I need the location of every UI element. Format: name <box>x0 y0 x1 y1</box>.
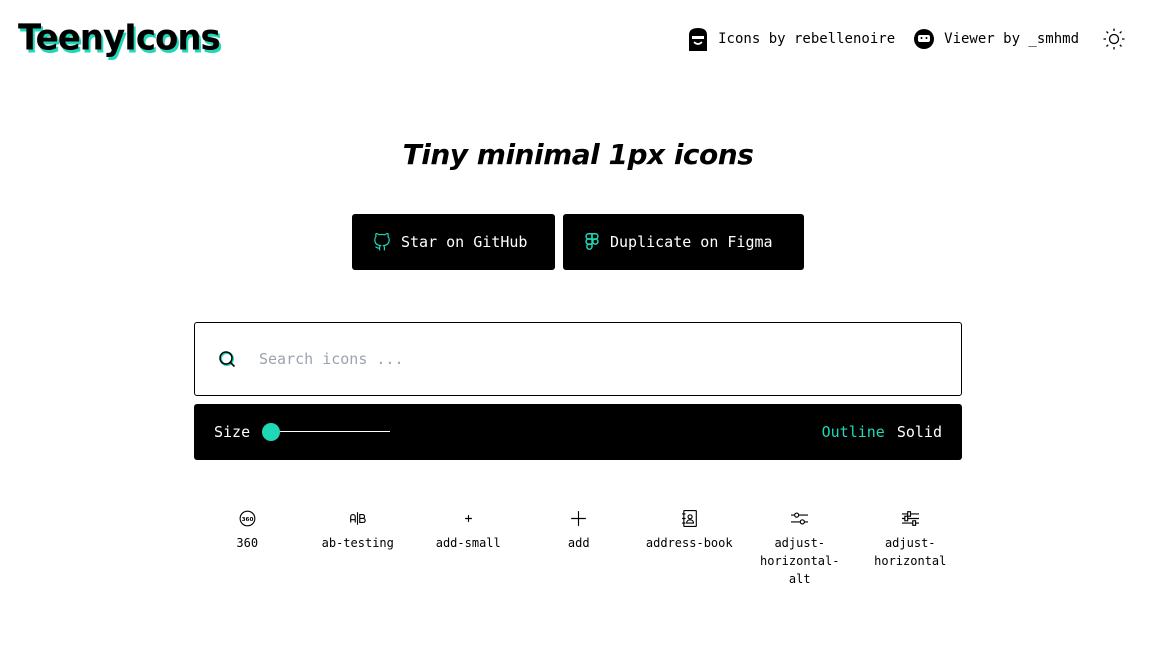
icon-item-adjust-horizontal-alt[interactable]: adjust-horizontal-alt <box>745 510 856 588</box>
address-book-icon <box>681 510 697 527</box>
avatar-rebellenoire-icon <box>689 28 708 51</box>
variant-solid[interactable]: Solid <box>897 423 942 441</box>
add-icon <box>571 511 587 526</box>
icon-grid: 360 360 ab-testing add-small add address… <box>192 510 966 588</box>
header-nav: Icons by rebellenoire Viewer by _smhmd <box>687 27 1126 51</box>
ab-testing-icon <box>350 512 367 525</box>
sun-icon[interactable] <box>1102 27 1126 51</box>
avatar-smhmd-icon <box>914 29 935 49</box>
variant-outline[interactable]: Outline <box>822 423 885 441</box>
icon-item-360[interactable]: 360 360 <box>192 510 303 588</box>
figma-icon <box>585 233 599 250</box>
svg-text:360: 360 <box>241 517 253 523</box>
star-on-github-button[interactable]: Star on GitHub <box>352 214 555 270</box>
star-on-github-label: Star on GitHub <box>401 233 528 251</box>
search-icon <box>219 351 236 368</box>
icon-item-add-small[interactable]: add-small <box>413 510 524 588</box>
360-icon: 360 <box>239 510 256 527</box>
icon-name: 360 <box>236 536 259 550</box>
icon-name: address-book <box>645 536 733 550</box>
credit-link-smhmd[interactable]: Viewer by _smhmd <box>913 27 1079 51</box>
size-slider-thumb[interactable] <box>262 423 281 441</box>
icon-item-adjust-horizontal[interactable]: adjust-horizontal <box>855 510 966 588</box>
variant-toggle: Outline Solid <box>822 423 942 441</box>
toolbar: Size Outline Solid <box>194 404 962 460</box>
github-icon <box>374 233 390 251</box>
tagline: Tiny minimal 1px icons <box>402 138 754 171</box>
cta-row: Star on GitHub Duplicate on Figma <box>0 214 1156 270</box>
adjust-horizontal-alt-icon <box>791 512 809 525</box>
icon-item-ab-testing[interactable]: ab-testing <box>303 510 414 588</box>
size-slider-track <box>262 431 391 432</box>
logo[interactable]: TeenyIcons <box>18 17 221 59</box>
icon-item-address-book[interactable]: address-book <box>634 510 745 588</box>
adjust-horizontal-icon <box>901 511 919 526</box>
credit-label: Viewer by _smhmd <box>944 31 1079 47</box>
size-slider[interactable] <box>262 422 391 442</box>
credit-label: Icons by rebellenoire <box>718 31 896 47</box>
size-label: Size <box>214 423 251 441</box>
search-box <box>194 322 962 396</box>
credit-link-rebellenoire[interactable]: Icons by rebellenoire <box>687 27 895 51</box>
search-input[interactable] <box>259 350 909 368</box>
icon-name: ab-testing <box>321 536 394 550</box>
icon-item-add[interactable]: add <box>524 510 635 588</box>
duplicate-on-figma-button[interactable]: Duplicate on Figma <box>563 214 804 270</box>
add-small-icon <box>464 515 472 522</box>
icon-name: add-small <box>435 536 501 550</box>
icon-name: add <box>567 536 590 550</box>
icon-name: adjust-horizontal-alt <box>760 536 840 586</box>
icon-name: adjust-horizontal <box>874 536 947 568</box>
duplicate-on-figma-label: Duplicate on Figma <box>610 233 773 251</box>
